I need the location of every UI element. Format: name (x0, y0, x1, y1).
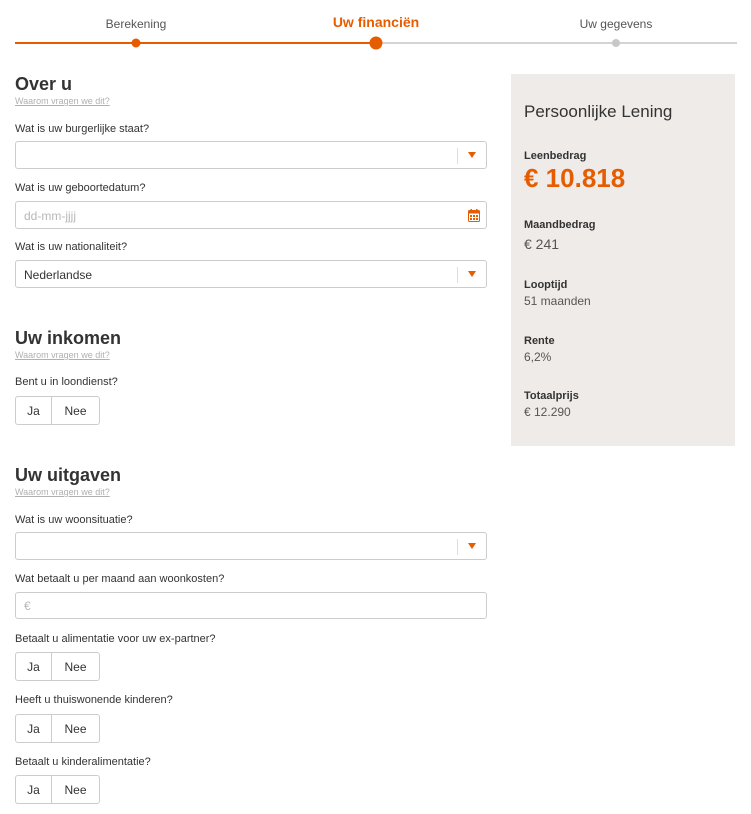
why-link-over-u[interactable]: Waarom vragen we dit? (15, 96, 110, 106)
birthdate-placeholder: dd-mm-jjjj (24, 209, 76, 223)
step-berekening[interactable]: Berekening (106, 17, 167, 31)
monthly-amount-label: Maandbedrag (524, 219, 596, 231)
term-value: 51 maanden (524, 294, 591, 308)
rate-label: Rente (524, 335, 555, 347)
employed-yes-button[interactable]: Ja (16, 397, 52, 424)
nationality-select[interactable]: Nederlandse (15, 260, 487, 288)
chevron-down-icon (468, 543, 476, 549)
marital-status-select[interactable] (15, 141, 487, 169)
calendar-icon[interactable] (468, 209, 480, 222)
housing-costs-placeholder: € (24, 599, 31, 613)
total-price-value: € 12.290 (524, 405, 571, 419)
stepper-progress (15, 42, 376, 44)
loan-amount-value: € 10.818 (524, 163, 626, 193)
step-uw-financien: Uw financiën (332, 14, 420, 30)
why-link-inkomen[interactable]: Waarom vragen we dit? (15, 350, 110, 360)
loan-amount-label: Leenbedrag (524, 150, 587, 162)
child-alimony-label: Betaalt u kinderalimentatie? (15, 756, 151, 768)
loan-summary-panel: Persoonlijke Lening Leenbedrag € 10.818 … (511, 74, 735, 446)
alimony-no-button[interactable]: Nee (52, 653, 99, 680)
nationality-label: Wat is uw nationaliteit? (15, 241, 128, 253)
section-title-inkomen: Uw inkomen (15, 328, 122, 348)
alimony-yes-button[interactable]: Ja (16, 653, 52, 680)
chevron-down-icon (468, 271, 476, 277)
section-title-uitgaven: Uw uitgaven (15, 465, 122, 485)
summary-title: Persoonlijke Lening (524, 102, 673, 121)
birthdate-input[interactable]: dd-mm-jjjj (15, 201, 487, 229)
step-dot-uw-gegevens (612, 39, 620, 47)
employed-toggle: Ja Nee (15, 396, 100, 425)
employed-label: Bent u in loondienst? (15, 376, 118, 388)
term-label: Looptijd (524, 279, 568, 291)
alimony-toggle: Ja Nee (15, 652, 100, 681)
housing-select[interactable] (15, 532, 487, 560)
housing-label: Wat is uw woonsituatie? (15, 514, 133, 526)
children-no-button[interactable]: Nee (52, 715, 99, 742)
children-toggle: Ja Nee (15, 714, 100, 743)
select-divider (457, 267, 458, 283)
housing-costs-label: Wat betaalt u per maand aan woonkosten? (15, 573, 225, 585)
marital-status-label: Wat is uw burgerlijke staat? (15, 123, 150, 135)
step-uw-gegevens: Uw gegevens (579, 17, 653, 31)
alimony-label: Betaalt u alimentatie voor uw ex-partner… (15, 633, 216, 645)
child-alimony-no-button[interactable]: Nee (52, 776, 99, 803)
section-title-over-u: Over u (15, 74, 73, 94)
monthly-amount-value: € 241 (524, 236, 560, 252)
why-link-uitgaven[interactable]: Waarom vragen we dit? (15, 487, 110, 497)
child-alimony-yes-button[interactable]: Ja (16, 776, 52, 803)
select-divider (457, 148, 458, 164)
progress-stepper: Berekening Uw financiën Uw gegevens (15, 0, 737, 52)
children-label: Heeft u thuiswonende kinderen? (15, 694, 173, 706)
select-divider (457, 539, 458, 555)
birthdate-label: Wat is uw geboortedatum? (15, 182, 146, 194)
child-alimony-toggle: Ja Nee (15, 775, 100, 804)
children-yes-button[interactable]: Ja (16, 715, 52, 742)
step-dot-uw-financien (369, 36, 383, 50)
rate-value: 6,2% (524, 350, 552, 364)
employed-no-button[interactable]: Nee (52, 397, 99, 424)
housing-costs-input[interactable]: € (15, 592, 487, 619)
step-dot-berekening[interactable] (131, 38, 141, 48)
chevron-down-icon (468, 152, 476, 158)
nationality-value: Nederlandse (24, 268, 93, 282)
total-price-label: Totaalprijs (524, 390, 579, 402)
